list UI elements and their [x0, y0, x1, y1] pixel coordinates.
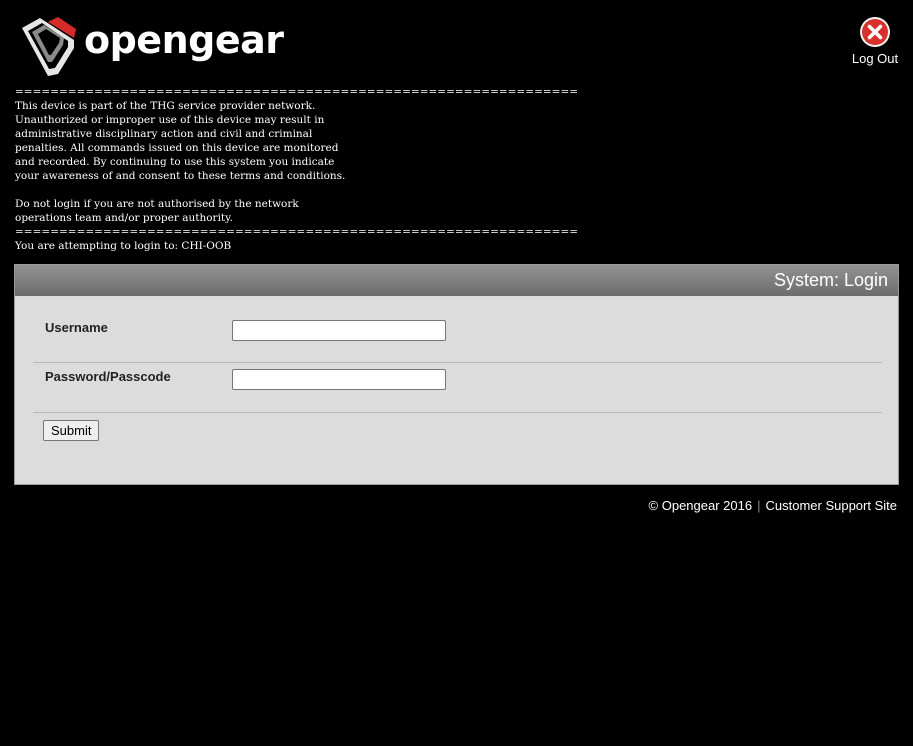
- opengear-logo[interactable]: opengear: [18, 14, 288, 78]
- logo-wordmark: opengear: [84, 18, 284, 62]
- password-input[interactable]: [232, 369, 446, 390]
- login-panel: System: Login Username Password/Passcode…: [14, 264, 899, 485]
- footer-separator: |: [757, 498, 761, 513]
- footer: © Opengear 2016 | Customer Support Site: [649, 498, 897, 513]
- opengear-logo-icon: [22, 17, 76, 76]
- submit-button[interactable]: Submit: [43, 420, 100, 441]
- username-row: Username: [33, 296, 882, 363]
- password-row: Password/Passcode: [33, 363, 882, 413]
- login-banner: ========================================…: [15, 86, 579, 252]
- close-icon: [860, 17, 890, 47]
- logout-label: Log Out: [851, 51, 899, 66]
- panel-header: System: Login: [15, 265, 898, 296]
- username-label: Username: [45, 320, 108, 335]
- logout-button[interactable]: Log Out: [846, 16, 904, 70]
- page-title: System: Login: [773, 270, 888, 290]
- header: opengear Log Out: [0, 0, 913, 85]
- customer-support-link[interactable]: Customer Support Site: [765, 498, 897, 513]
- username-input[interactable]: [232, 320, 446, 341]
- password-label: Password/Passcode: [45, 369, 171, 384]
- copyright-text: © Opengear 2016: [648, 498, 753, 513]
